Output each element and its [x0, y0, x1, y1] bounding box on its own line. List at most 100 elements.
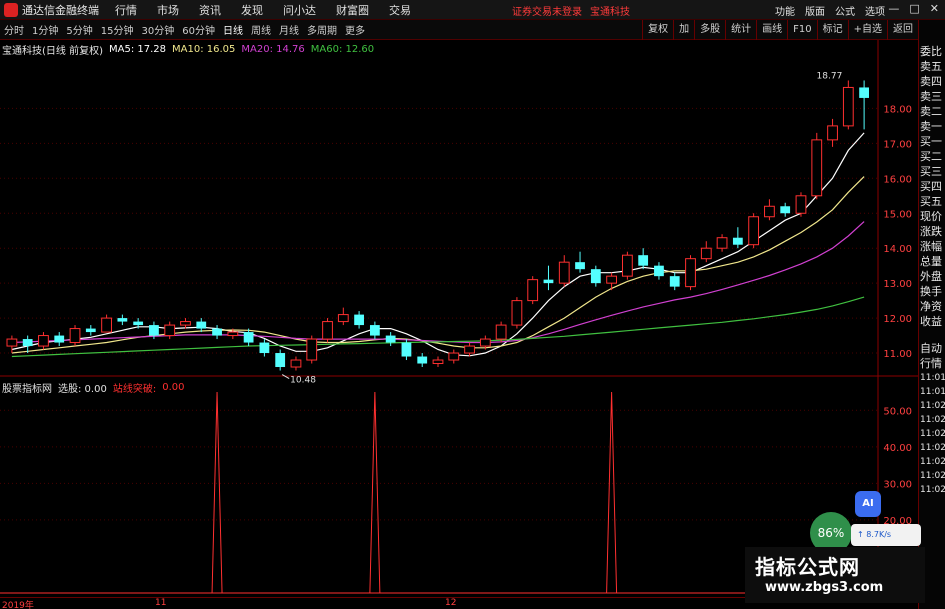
side-label: 涨跌 [920, 225, 942, 238]
menu-wealth[interactable]: 财富圈 [336, 2, 369, 18]
menu-layout[interactable]: 版面 [805, 3, 825, 18]
candle-body-up [716, 237, 728, 249]
high-price-label: 18.77 [817, 71, 843, 81]
side-label: 卖三 [920, 90, 942, 103]
period-30min[interactable]: 30分钟 [137, 22, 178, 37]
period-multi[interactable]: 多周期 [303, 22, 341, 37]
add-watchlist-button[interactable]: +自选 [847, 20, 887, 40]
side-label: 换手 [920, 285, 942, 298]
side-label[interactable]: 自动 [919, 341, 945, 356]
watermark-url: www.zbgs3.com [765, 580, 884, 595]
candle-body-up [621, 254, 633, 277]
back-button[interactable]: 返回 [887, 20, 918, 40]
ma-legend: 宝通科技(日线 前复权) MA5: 17.28 MA10: 16.05 MA20… [2, 42, 374, 57]
candle-body-up [827, 125, 838, 141]
f10-button[interactable]: F10 [787, 20, 816, 40]
quote-side-panel: 委比 卖五 卖四 卖三 卖二 卖一 买一 买二 买三 买四 买五 现价 涨跌 涨幅 总量 外盘 换手 净资 收益 自… [918, 20, 945, 609]
net-speed-badge: ↑ 8.7K/s [851, 524, 921, 546]
period-more[interactable]: 更多 [341, 22, 369, 37]
mark-button[interactable]: 标记 [816, 20, 848, 40]
candle-body-up [748, 216, 760, 246]
side-label: 买四 [920, 180, 942, 193]
indicator-legend: 股票指标网 选股: 0.00 站线突破: 0.00 [2, 380, 184, 395]
side-label[interactable]: 行情 [919, 356, 945, 371]
menu-trade[interactable]: 交易 [389, 2, 411, 18]
candle-body-up [527, 279, 539, 302]
period-1min[interactable]: 1分钟 [28, 22, 62, 37]
side-label: 买二 [920, 150, 942, 163]
price-tick-label: 17.00 [883, 139, 912, 150]
side-label: 卖五 [920, 60, 942, 73]
period-daily[interactable]: 日线 [219, 22, 247, 37]
side-label: 卖一 [920, 120, 942, 133]
candle-body-down [385, 335, 396, 343]
minimize-icon[interactable]: — [888, 2, 899, 15]
signal-spike [606, 391, 618, 594]
candle-body-down [417, 356, 428, 364]
low-price-label: 10.48 [290, 376, 316, 386]
watermark-title: 指标公式网 [755, 555, 860, 579]
candle-body-up [558, 261, 570, 284]
side-label: 卖四 [920, 75, 942, 88]
candle-body-up [479, 338, 491, 347]
menu-ask[interactable]: 问小达 [283, 2, 316, 18]
period-monthly[interactable]: 月线 [275, 22, 303, 37]
net-speed: 8.7K/s [866, 530, 892, 539]
tick-time: 11:02 [920, 401, 945, 411]
tick-time: 11:02 [920, 443, 945, 453]
tick-time: 11:01 [920, 373, 945, 383]
close-icon[interactable]: ✕ [930, 2, 939, 15]
menu-news[interactable]: 资讯 [199, 2, 221, 18]
login-notice[interactable]: 证券交易未登录 [512, 3, 582, 18]
ma20-legend: MA20: 14.76 [241, 44, 305, 55]
candle-body-down [669, 276, 680, 287]
period-15min[interactable]: 15分钟 [97, 22, 138, 37]
candle-body-down [275, 353, 286, 368]
candle-body-up [6, 338, 18, 347]
menu-discover[interactable]: 发现 [241, 2, 263, 18]
candle-body-down [243, 332, 254, 343]
date-label: 11 [155, 598, 167, 608]
tick-time: 11:02 [920, 457, 945, 467]
period-5min[interactable]: 5分钟 [62, 22, 96, 37]
side-label: 卖二 [920, 105, 942, 118]
low-arrow [281, 374, 290, 379]
draw-button[interactable]: 画线 [756, 20, 787, 40]
menu-market[interactable]: 市场 [157, 2, 179, 18]
candle-body-up [495, 324, 507, 340]
candle-body-down [54, 335, 65, 343]
side-label: 外盘 [920, 270, 942, 283]
menu-quotes[interactable]: 行情 [115, 2, 137, 18]
candle-body-up [464, 345, 475, 354]
maximize-icon[interactable]: □ [909, 2, 919, 15]
price-tick-label: 15.00 [883, 209, 912, 220]
side-label: 收益 [920, 315, 942, 328]
period-minute[interactable]: 分时 [0, 22, 28, 37]
menu-function[interactable]: 功能 [775, 3, 795, 18]
candle-body-down [543, 279, 554, 284]
price-chart[interactable]: 18.00 17.00 16.00 15.00 14.00 13.00 12.00 11.00… [0, 40, 918, 597]
ai-button[interactable]: AI [855, 491, 881, 517]
candle-body-down [85, 328, 96, 333]
side-label: 买五 [920, 195, 942, 208]
candle-body-down [354, 314, 364, 326]
multi-stock-button[interactable]: 多股 [694, 20, 725, 40]
side-label: 总量 [920, 255, 942, 268]
period-60min[interactable]: 60分钟 [178, 22, 219, 37]
candle-body-up [164, 324, 176, 337]
stats-button[interactable]: 统计 [725, 20, 756, 40]
signal-spike [211, 391, 223, 594]
candle-body-up [38, 335, 49, 347]
period-weekly[interactable]: 周线 [247, 22, 275, 37]
add-button[interactable]: 加 [673, 20, 694, 40]
candle-body-up [764, 205, 775, 218]
side-label: 买三 [920, 165, 942, 178]
candle-body-up [795, 195, 807, 214]
adjust-button[interactable]: 复权 [642, 20, 673, 40]
candle-body-up [432, 359, 444, 365]
stock-legend[interactable]: 宝通科技(日线 前复权) [2, 42, 103, 57]
menu-options[interactable]: 选项 [865, 3, 885, 18]
candle-body-down [212, 328, 222, 336]
menu-formula[interactable]: 公式 [835, 3, 855, 18]
indicator-name[interactable]: 股票指标网 [2, 380, 52, 395]
